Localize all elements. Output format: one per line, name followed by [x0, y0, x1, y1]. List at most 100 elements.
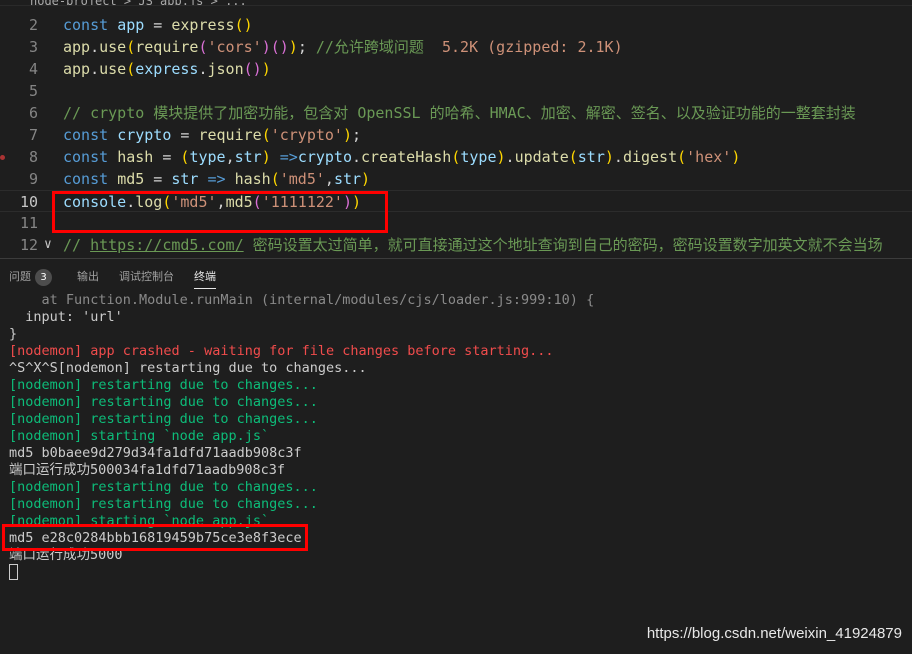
code-token: str [577, 148, 605, 166]
code-token: createHash [361, 148, 452, 166]
code-token: = [171, 126, 199, 144]
terminal-cursor [9, 564, 18, 580]
code-token: . [505, 148, 515, 166]
code-token: ( [270, 170, 280, 188]
code-line[interactable]: 9 const md5 = str => hash('md5',str) [0, 168, 912, 190]
code-token: str [234, 148, 262, 166]
code-text: const app = express() [63, 14, 253, 36]
code-token: require [135, 38, 199, 56]
code-token: ( [261, 126, 271, 144]
code-token: ) [731, 148, 741, 166]
tab-output[interactable]: 输出 [77, 268, 99, 284]
code-text: // crypto 模块提供了加密功能，包含对 OpenSSL 的哈希、HMAC… [63, 102, 856, 124]
code-line[interactable]: 3 app.use(require('cors')()); //允许跨域问题 5.… [0, 36, 912, 58]
code-token: ) [496, 148, 506, 166]
code-token: json [207, 60, 244, 78]
tab-label: 问题 [9, 270, 31, 283]
code-token: . [198, 60, 208, 78]
problems-count-badge: 3 [35, 269, 52, 286]
code-token: ( [198, 38, 208, 56]
code-token: = [144, 16, 172, 34]
code-token: use [99, 60, 127, 78]
code-token: app [63, 38, 91, 56]
breadcrumb[interactable]: node-project > JS app.js > ... [0, 0, 912, 6]
code-line[interactable]: 5 [0, 80, 912, 102]
code-token: 'cors' [207, 38, 262, 56]
code-token: const [63, 16, 118, 34]
code-token: . [90, 60, 100, 78]
code-token: , [225, 148, 235, 166]
code-text: // https://cmd5.com/ 密码设置太过简单，就可直接通过这个地址… [63, 234, 883, 256]
code-token: app [117, 16, 145, 34]
code-token: 'md5' [279, 170, 325, 188]
code-token: , [324, 170, 334, 188]
code-token: crypto [117, 126, 172, 144]
code-token: ( [568, 148, 578, 166]
code-token: use [99, 38, 127, 56]
panel-tabs: 问题 3 输出 调试控制台 终端 [0, 262, 912, 290]
code-text: const crypto = require('crypto'); [63, 124, 361, 146]
tab-terminal[interactable]: 终端 [194, 268, 216, 289]
code-line[interactable]: 12 ∨ // https://cmd5.com/ 密码设置太过简单，就可直接通过这… [0, 234, 912, 256]
line-number: 10 [19, 193, 38, 211]
code-token: = [144, 170, 172, 188]
line-number: 8 [28, 148, 38, 166]
code-token: type [189, 148, 226, 166]
tab-problems[interactable]: 问题 3 [9, 268, 52, 286]
code-token: app [63, 60, 91, 78]
code-token: ; [297, 38, 316, 56]
code-line[interactable]: 6 // crypto 模块提供了加密功能，包含对 OpenSSL 的哈希、HMA… [0, 102, 912, 124]
line-number: 11 [19, 214, 38, 232]
code-token: () [270, 38, 289, 56]
code-line[interactable]: 2 const app = express() [0, 14, 912, 36]
terminal-line: [nodemon] restarting due to changes... [9, 411, 318, 427]
code-text: const hash = (type,str) =>crypto.createH… [63, 146, 740, 168]
line-number: 3 [28, 38, 38, 56]
code-token: const [63, 148, 118, 166]
code-token: //允许跨域问题 [315, 38, 442, 56]
code-token: ) [261, 148, 271, 166]
code-token: update [514, 148, 569, 166]
code-token: 密码设置太过简单，就可直接通过这个地址查询到自己的密码，密码设置数字加英文就不会… [243, 236, 883, 254]
code-token: hash [234, 170, 271, 188]
code-token: ) [361, 170, 371, 188]
code-token: digest [622, 148, 678, 166]
terminal-line: [nodemon] starting `node app.js` [9, 428, 270, 444]
code-line[interactable]: 4 app.use(express.json()) [0, 58, 912, 80]
breakpoint-icon[interactable] [0, 155, 5, 160]
terminal-line: [nodemon] restarting due to changes... [9, 377, 318, 393]
code-token: ( [677, 148, 687, 166]
code-line[interactable]: 7 const crypto = require('crypto'); [0, 124, 912, 146]
panel-divider[interactable] [0, 258, 912, 259]
terminal-line: [nodemon] restarting due to changes... [9, 496, 318, 512]
code-token: ( [126, 38, 136, 56]
code-token: ) [288, 38, 298, 56]
code-token: // crypto 模块提供了加密功能，包含对 OpenSSL 的哈希、HMAC… [63, 104, 856, 122]
code-token: str [333, 170, 362, 188]
line-number: 2 [28, 16, 38, 34]
code-token: 'crypto' [270, 126, 343, 144]
code-token: ) [261, 60, 271, 78]
code-token: const [63, 170, 118, 188]
fold-chevron-icon[interactable]: ∨ [44, 234, 52, 256]
code-token: md5 [117, 170, 145, 188]
highlight-box-terminal [2, 524, 308, 551]
code-token: 'hex' [686, 148, 732, 166]
code-token: const [63, 126, 118, 144]
line-number: 5 [28, 82, 38, 100]
code-token: ) [261, 38, 271, 56]
code-token: () [234, 16, 253, 34]
code-token: express [135, 60, 199, 78]
code-token: 5.2K (gzipped: 2.1K) [442, 38, 623, 56]
terminal-line: [nodemon] restarting due to changes... [9, 394, 318, 410]
tab-debug-console[interactable]: 调试控制台 [119, 268, 174, 284]
line-number: 6 [28, 104, 38, 122]
code-token: https://cmd5.com/ [90, 236, 244, 254]
code-line[interactable]: 8 const hash = (type,str) =>crypto.create… [0, 146, 912, 168]
code-text: app.use(express.json()) [63, 58, 271, 80]
line-number: 9 [28, 170, 38, 188]
terminal-line: input: 'url' [9, 309, 123, 325]
terminal-prompt[interactable] [9, 564, 594, 581]
terminal-line: at Function.Module.runMain (internal/mod… [9, 292, 595, 308]
code-token: str [171, 170, 199, 188]
